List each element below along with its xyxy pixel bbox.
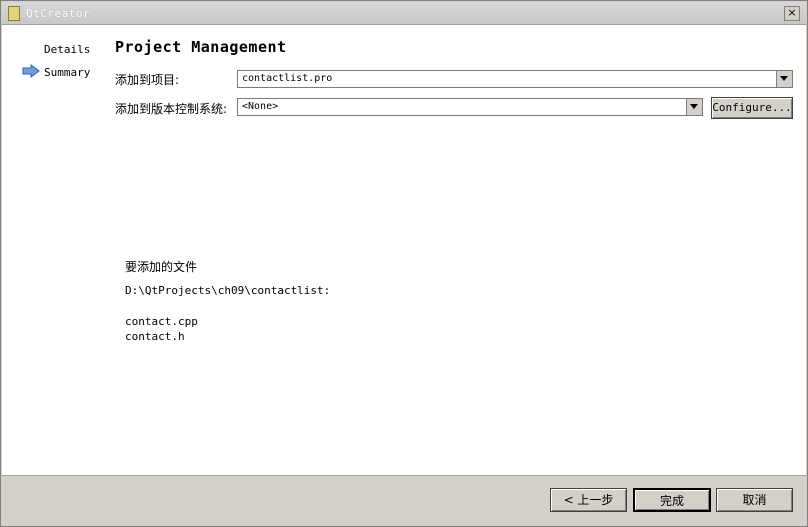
footer-divider (2, 475, 806, 476)
project-combobox-value: contactlist.pro (242, 73, 333, 84)
close-button[interactable]: × (784, 6, 800, 21)
page-title: Project Management (115, 38, 287, 56)
back-button[interactable]: < 上一步 (550, 488, 627, 512)
file-item: contact.cpp (125, 315, 198, 328)
files-heading: 要添加的文件 (125, 260, 198, 274)
sidebar-item-details: Details (44, 43, 91, 56)
files-directory: D:\QtProjects\ch09\contactlist: (125, 284, 331, 297)
vcs-combobox-value: <None> (242, 101, 279, 112)
add-to-vcs-label: 添加到版本控制系统: (115, 102, 228, 116)
add-to-project-label: 添加到项目: (115, 73, 180, 87)
finish-button[interactable]: 完成 (633, 488, 711, 512)
arrow-right-icon (22, 64, 40, 78)
project-combobox[interactable]: contactlist.pro (237, 70, 793, 88)
sidebar-item-summary: Summary (44, 66, 91, 79)
wizard-content: Details Summary Project Management 添加到项目… (2, 25, 806, 475)
cancel-button[interactable]: 取消 (716, 488, 793, 512)
chevron-down-icon[interactable] (686, 99, 702, 115)
chevron-down-icon[interactable] (776, 71, 792, 87)
title-bar: QtCreator × (2, 2, 806, 25)
dialog-window: QtCreator × Details Summary Project Mana… (0, 0, 808, 527)
window-title: QtCreator (26, 7, 91, 20)
configure-button[interactable]: Configure... (711, 97, 793, 119)
app-folder-icon (8, 6, 20, 21)
vcs-combobox[interactable]: <None> (237, 98, 703, 116)
file-item: contact.h (125, 330, 185, 343)
